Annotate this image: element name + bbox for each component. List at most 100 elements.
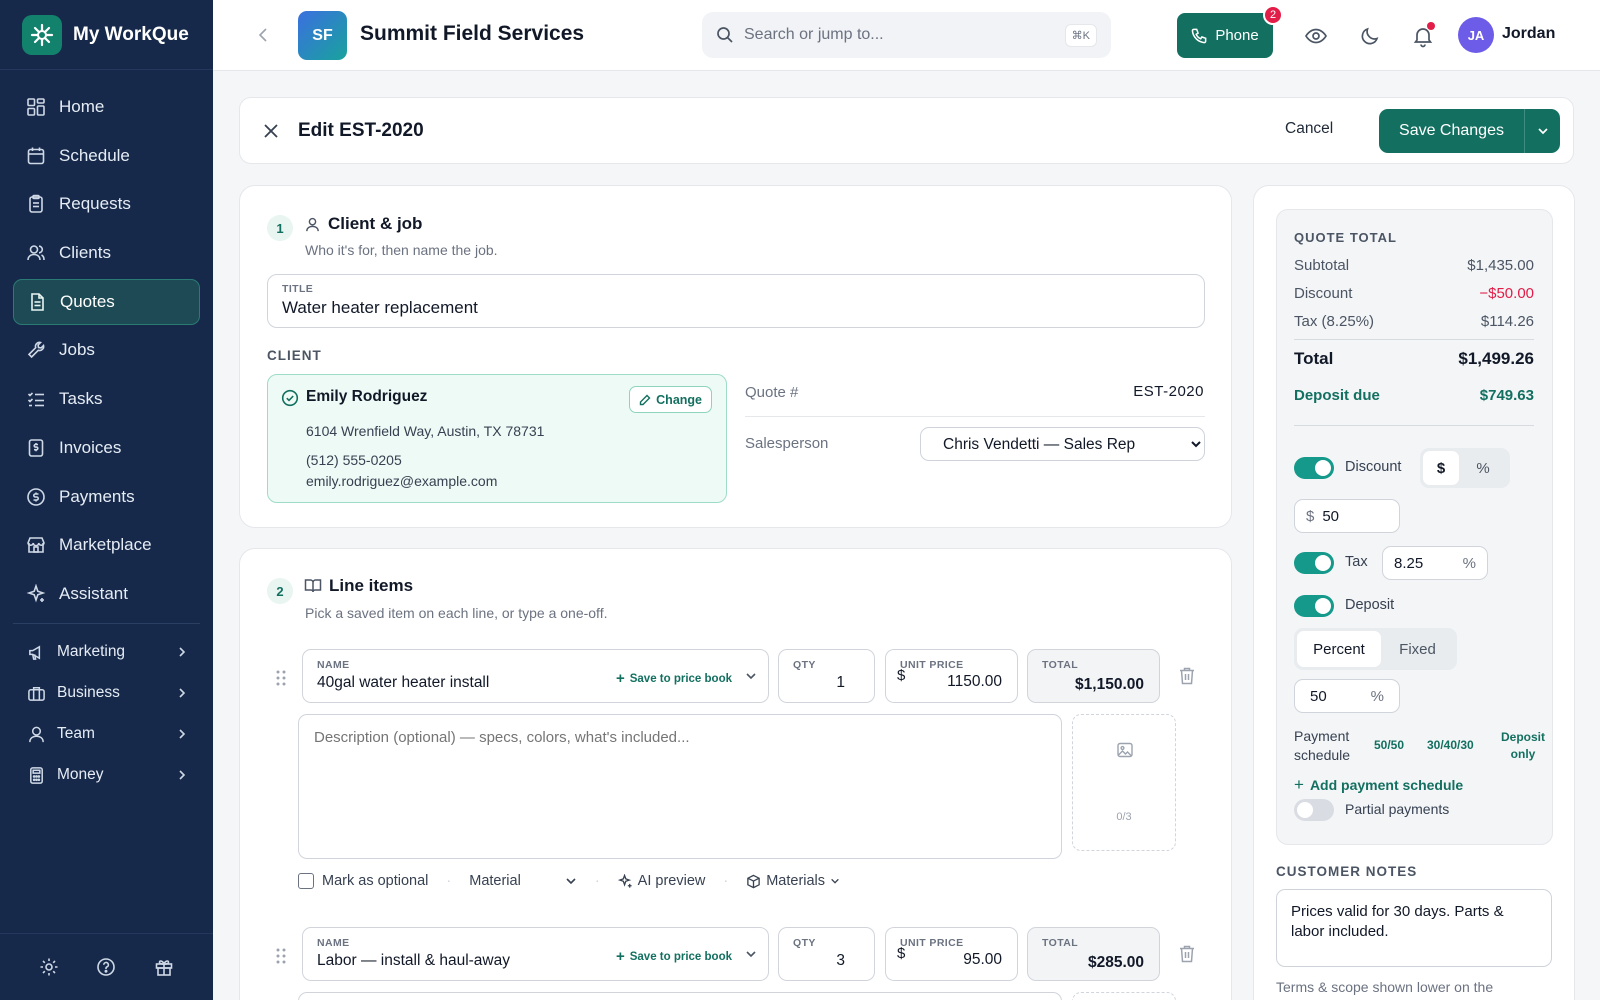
separator: ·: [723, 873, 729, 889]
subtotal-value: $1,435.00: [1467, 257, 1534, 274]
section-subtitle: Pick a saved item on each line, or type …: [305, 605, 608, 621]
drag-handle-icon[interactable]: [274, 946, 288, 966]
schedule-option-50-50[interactable]: 50/50: [1374, 738, 1404, 752]
briefcase-icon: [25, 682, 47, 704]
unit-price-field[interactable]: UNIT PRICE $ 95.00: [885, 927, 1018, 981]
title-field[interactable]: TITLE Water heater replacement: [267, 274, 1205, 328]
chevron-right-icon: [176, 687, 188, 699]
bell-icon[interactable]: [1411, 22, 1435, 48]
qty-field[interactable]: QTY 3: [778, 927, 875, 981]
user-name[interactable]: Jordan: [1502, 25, 1555, 43]
schedule-option-deposit-only[interactable]: Deposit only: [1498, 729, 1548, 763]
cancel-button[interactable]: Cancel: [1285, 120, 1333, 138]
description-input[interactable]: [298, 714, 1062, 859]
checklist-icon: [25, 388, 47, 410]
total-field: TOTAL $1,150.00: [1027, 649, 1160, 703]
section-title: Client & job: [304, 214, 422, 234]
image-dropzone-partial[interactable]: [1072, 992, 1176, 1000]
optional-label[interactable]: Mark as optional: [322, 873, 428, 889]
save-to-price-book-link[interactable]: + Save to price book: [616, 948, 732, 965]
currency-symbol: $: [897, 945, 906, 962]
phone-button[interactable]: Phone 2: [1177, 5, 1283, 58]
sidebar-group-team[interactable]: Team: [13, 714, 200, 755]
ai-preview-button[interactable]: AI preview: [617, 873, 705, 889]
moon-icon[interactable]: [1358, 24, 1382, 48]
optional-checkbox[interactable]: [298, 873, 314, 889]
description-input-partial[interactable]: [298, 992, 1062, 1000]
item-name-value[interactable]: Labor — install & haul-away: [317, 952, 510, 970]
partial-payments-toggle[interactable]: [1294, 799, 1334, 821]
title-field-value[interactable]: Water heater replacement: [282, 298, 478, 318]
deposit-toggle[interactable]: [1294, 595, 1334, 617]
save-options-button[interactable]: [1524, 109, 1560, 153]
sidebar-group-marketing[interactable]: Marketing: [13, 632, 200, 673]
sidebar-group-money[interactable]: Money: [13, 755, 200, 796]
sidebar-group-business[interactable]: Business: [13, 673, 200, 714]
subtotal-row: Subtotal $1,435.00: [1294, 257, 1534, 274]
deposit-mode-percent[interactable]: Percent: [1297, 631, 1381, 667]
qty-value[interactable]: 1: [836, 674, 845, 692]
sidebar-item-invoices[interactable]: Invoices: [13, 425, 200, 471]
sidebar-item-payments[interactable]: Payments: [13, 474, 200, 520]
avatar[interactable]: JA: [1458, 17, 1494, 53]
tax-rate-value: 8.25: [1394, 554, 1424, 572]
sidebar-item-schedule[interactable]: Schedule: [13, 133, 200, 179]
schedule-option-30-40-30[interactable]: 30/40/30: [1427, 738, 1474, 752]
sidebar-item-requests[interactable]: Requests: [13, 181, 200, 227]
discount-unit-percent[interactable]: %: [1459, 451, 1507, 485]
total-value: $1,150.00: [1075, 676, 1144, 693]
sidebar-item-quotes[interactable]: Quotes: [13, 278, 200, 325]
qty-field[interactable]: QTY 1: [778, 649, 875, 703]
close-icon[interactable]: [260, 120, 282, 142]
deposit-mode-fixed[interactable]: Fixed: [1381, 631, 1454, 667]
sidebar-item-label: Clients: [59, 243, 111, 263]
tax-rate-input[interactable]: 8.25%: [1382, 546, 1488, 580]
sidebar-item-tasks[interactable]: Tasks: [13, 376, 200, 422]
deposit-amount-input[interactable]: 50%: [1294, 679, 1400, 713]
brand[interactable]: My WorkQue: [0, 0, 213, 70]
item-type-select[interactable]: Material: [469, 873, 577, 889]
add-payment-schedule-link[interactable]: + Add payment schedule: [1294, 775, 1463, 795]
save-to-price-book-link[interactable]: + Save to price book: [616, 670, 732, 687]
unit-price-value[interactable]: 1150.00: [947, 673, 1002, 691]
trash-icon[interactable]: [1178, 944, 1198, 964]
sidebar-item-home[interactable]: Home: [13, 84, 200, 130]
materials-dropdown[interactable]: Materials: [746, 873, 840, 889]
item-name-field[interactable]: NAME 40gal water heater install + Save to…: [302, 649, 769, 703]
qty-value[interactable]: 3: [836, 952, 845, 970]
save-to-price-book-label: Save to price book: [629, 672, 732, 685]
company-logo[interactable]: SF: [298, 11, 347, 60]
chevron-down-icon[interactable]: [745, 948, 757, 960]
sidebar-item-assistant[interactable]: Assistant: [13, 571, 200, 617]
gear-icon[interactable]: [38, 956, 60, 978]
change-client-button[interactable]: Change: [629, 386, 712, 413]
item-name-field[interactable]: NAME Labor — install & haul-away + Save t…: [302, 927, 769, 981]
main-nav: Home Schedule Requests Clients Quotes Jo…: [0, 70, 213, 796]
eye-icon[interactable]: [1304, 24, 1328, 48]
help-icon[interactable]: [95, 956, 117, 978]
user-icon: [25, 723, 47, 745]
tax-toggle[interactable]: [1294, 552, 1334, 574]
image-dropzone[interactable]: 0/3: [1072, 714, 1176, 851]
salesperson-select[interactable]: Chris Vendetti — Sales Rep: [920, 427, 1205, 461]
customer-notes-input[interactable]: Prices valid for 30 days. Parts & labor …: [1276, 889, 1552, 967]
discount-unit-dollar[interactable]: $: [1423, 451, 1459, 485]
unit-price-value[interactable]: 95.00: [963, 951, 1002, 969]
sidebar-item-jobs[interactable]: Jobs: [13, 327, 200, 373]
drag-handle-icon[interactable]: [274, 668, 288, 688]
nav-divider: [13, 622, 200, 624]
discount-amount-input[interactable]: $50: [1294, 499, 1400, 533]
discount-toggle[interactable]: [1294, 457, 1334, 479]
sidebar-item-marketplace[interactable]: Marketplace: [13, 522, 200, 568]
chevron-down-icon[interactable]: [745, 670, 757, 682]
chevron-left-icon[interactable]: [253, 24, 275, 46]
trash-icon[interactable]: [1178, 666, 1198, 686]
qty-label: QTY: [793, 659, 816, 671]
sidebar-item-clients[interactable]: Clients: [13, 230, 200, 276]
gift-icon[interactable]: [153, 956, 175, 978]
search-bar[interactable]: ⌘K: [702, 12, 1111, 58]
unit-price-field[interactable]: UNIT PRICE $ 1150.00: [885, 649, 1018, 703]
item-name-value[interactable]: 40gal water heater install: [317, 674, 489, 692]
save-changes-button[interactable]: Save Changes: [1379, 109, 1524, 153]
search-input[interactable]: [744, 26, 1065, 44]
